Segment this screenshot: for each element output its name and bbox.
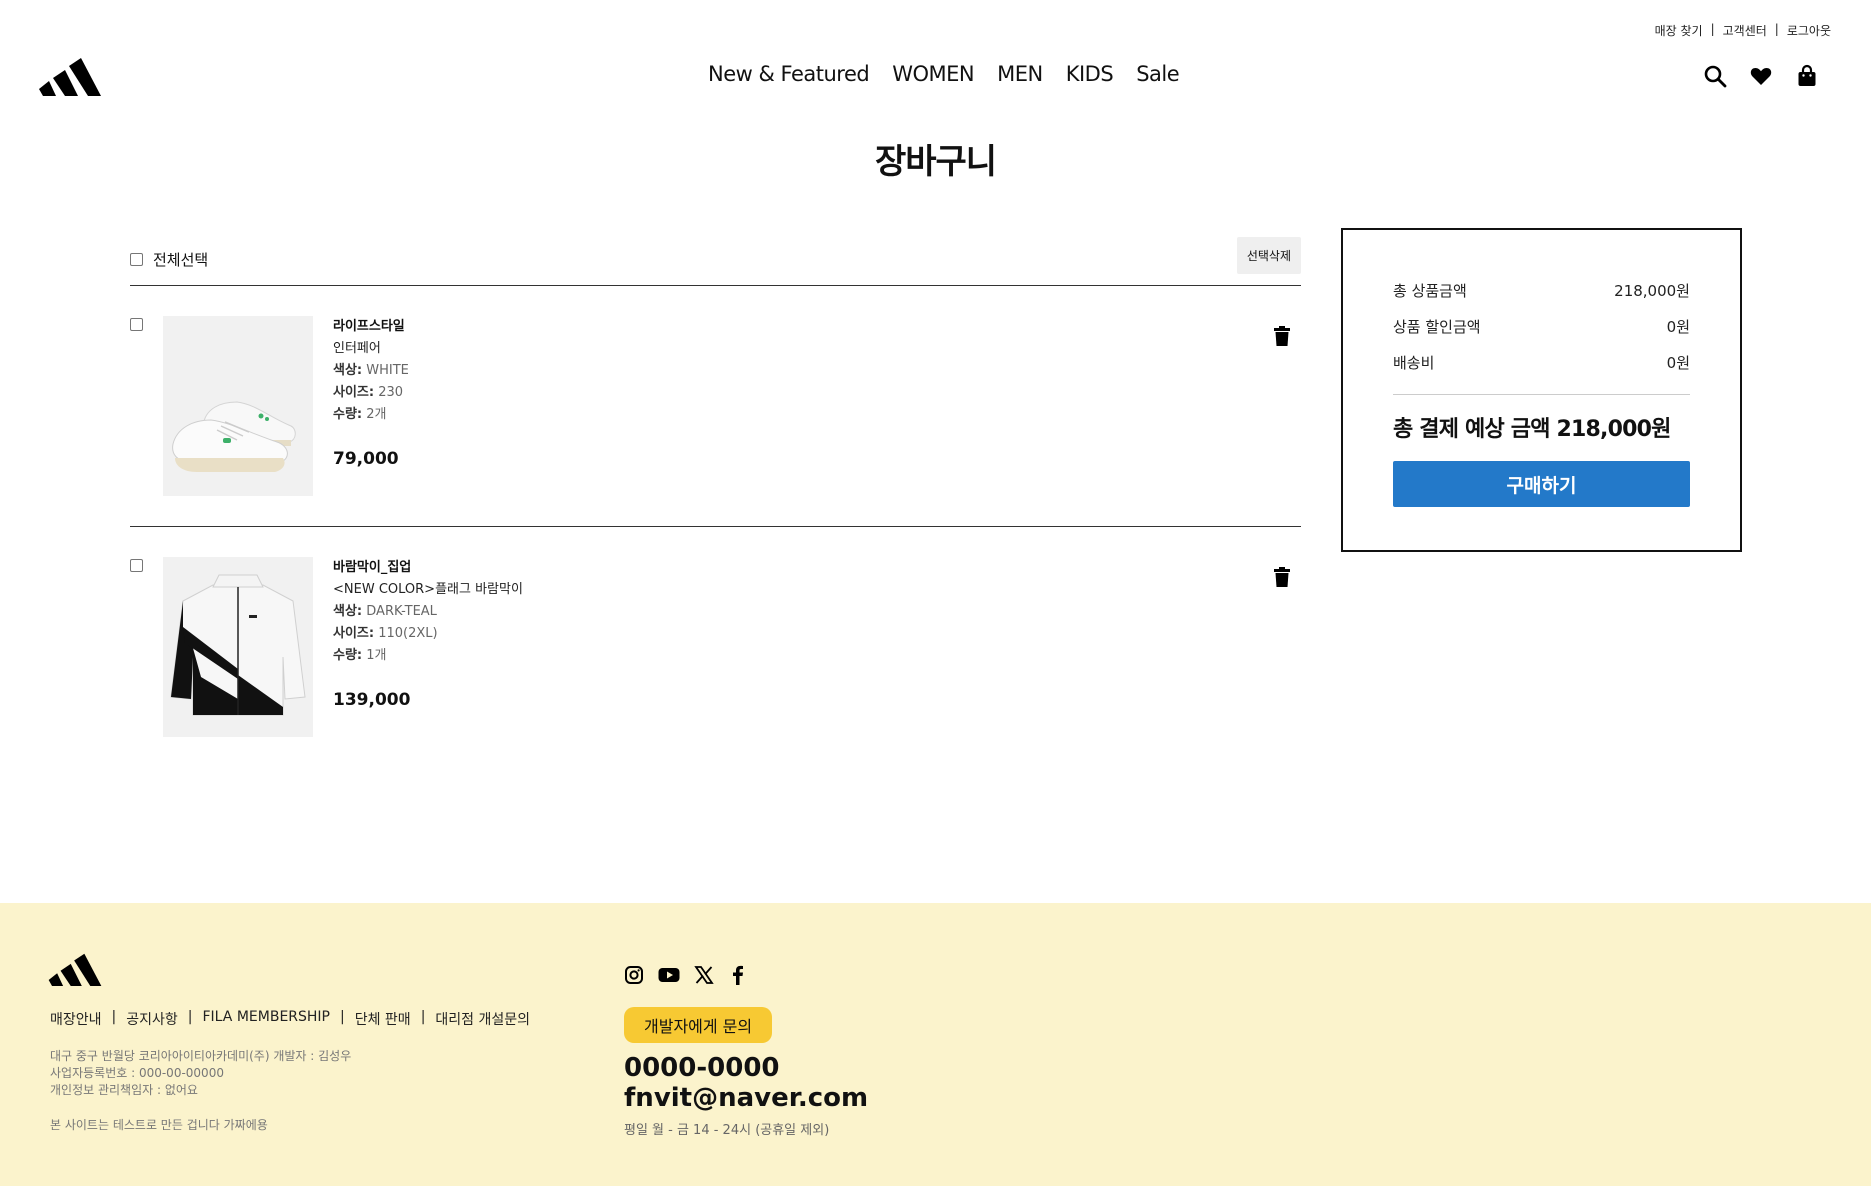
summary-value: 218,000원: [1614, 282, 1690, 300]
header-icons: [1703, 64, 1819, 88]
item-checkbox[interactable]: [130, 318, 143, 331]
color-label: 색상:: [333, 604, 363, 619]
cart-item: 라이프스타일 인터페어 색상: WHITE 사이즈: 230 수량: 2개 79…: [130, 286, 1301, 527]
footer-link-store[interactable]: 매장안내: [50, 1009, 102, 1029]
utility-bar: 매장 찾기 | 고객센터 | 로그아웃: [1655, 22, 1831, 39]
cart-item: 바람막이_집업 <NEW COLOR>플래그 바람막이 색상: DARK-TEA…: [130, 527, 1301, 768]
summary-label: 배송비: [1393, 354, 1435, 372]
business-hours: 평일 월 - 금 14 - 24시 (공휴일 제외): [624, 1123, 830, 1138]
footer-link-notice[interactable]: 공지사항: [126, 1009, 178, 1029]
shopping-bag-icon[interactable]: [1795, 64, 1819, 88]
separator: |: [111, 1009, 117, 1025]
select-all[interactable]: 전체선택: [130, 249, 208, 270]
info-line: 사업자등록번호 : 000-00-00000: [50, 1066, 224, 1080]
cart-header: 전체선택 선택삭제: [130, 234, 1301, 286]
customer-center-link[interactable]: 고객센터: [1723, 22, 1767, 39]
item-name[interactable]: 라이프스타일: [333, 316, 409, 338]
info-line: 개인정보 관리책임자 : 없어요: [50, 1083, 198, 1097]
size-value: 110(2XL): [378, 626, 438, 641]
trash-icon[interactable]: [1273, 567, 1291, 587]
summary-value: 0원: [1666, 354, 1690, 372]
footer-link-group-sales[interactable]: 단체 판매: [355, 1009, 411, 1029]
main-nav: New & Featured WOMEN MEN KIDS Sale: [708, 62, 1180, 86]
delete-selected-button[interactable]: 선택삭제: [1236, 237, 1301, 274]
separator: |: [187, 1009, 193, 1025]
qty-value: 1개: [366, 648, 387, 663]
qty-label: 수량:: [333, 407, 363, 422]
product-image-jacket[interactable]: [163, 557, 313, 737]
store-finder-link[interactable]: 매장 찾기: [1655, 22, 1703, 39]
brand-logo-icon[interactable]: [39, 56, 101, 96]
summary-row-subtotal: 총 상품금액 218,000원: [1393, 280, 1690, 316]
info-line: 대구 중구 반월당 코리아아이티아카데미(주) 개발자 : 김성우: [50, 1049, 352, 1063]
footer-link-membership[interactable]: FILA MEMBERSHIP: [203, 1009, 331, 1029]
social-links: [624, 965, 748, 985]
footer-logo-icon[interactable]: [48, 952, 102, 986]
color-label: 색상:: [333, 363, 363, 378]
separator: |: [1710, 22, 1715, 36]
size-label: 사이즈:: [333, 385, 375, 400]
x-icon[interactable]: [694, 965, 714, 985]
footer-note: 본 사이트는 테스트로 만든 겁니다 가짜에용: [50, 1118, 268, 1132]
summary-label: 총 상품금액: [1393, 282, 1467, 300]
footer-link-agency[interactable]: 대리점 개설문의: [435, 1009, 530, 1029]
nav-women[interactable]: WOMEN: [892, 62, 974, 86]
item-subtitle: <NEW COLOR>플래그 바람막이: [333, 582, 523, 597]
cart-list: 전체선택 선택삭제 라이프스타일 인터페어 색상: WHITE 사이즈: 230…: [130, 234, 1301, 768]
contact-developer-button[interactable]: 개발자에게 문의: [624, 1007, 773, 1043]
select-all-checkbox[interactable]: [130, 253, 143, 266]
qty-value: 2개: [366, 407, 387, 422]
separator: |: [420, 1009, 426, 1025]
summary-row-discount: 상품 할인금액 0원: [1393, 316, 1690, 352]
summary-row-shipping: 배송비 0원: [1393, 352, 1690, 388]
logout-link[interactable]: 로그아웃: [1787, 22, 1831, 39]
buy-button[interactable]: 구매하기: [1393, 461, 1690, 507]
facebook-icon[interactable]: [728, 965, 748, 985]
instagram-icon[interactable]: [624, 965, 644, 985]
item-info: 라이프스타일 인터페어 색상: WHITE 사이즈: 230 수량: 2개 79…: [333, 316, 409, 470]
nav-sale[interactable]: Sale: [1136, 62, 1179, 86]
item-subtitle: 인터페어: [333, 341, 381, 356]
heart-icon[interactable]: [1749, 64, 1773, 88]
footer-links: 매장안내 | 공지사항 | FILA MEMBERSHIP | 단체 판매 | …: [50, 1009, 530, 1029]
product-image-sneaker[interactable]: [163, 316, 313, 496]
item-checkbox[interactable]: [130, 559, 143, 572]
company-info: 대구 중구 반월당 코리아아이티아카데미(주) 개발자 : 김성우 사업자등록번…: [50, 1048, 351, 1099]
total-value: 218,000원: [1556, 417, 1672, 442]
nav-kids[interactable]: KIDS: [1066, 62, 1114, 86]
total-label: 총 결제 예상 금액: [1393, 417, 1550, 442]
summary-value: 0원: [1666, 318, 1690, 336]
nav-new-featured[interactable]: New & Featured: [708, 62, 870, 86]
summary-divider: [1393, 394, 1690, 395]
color-value: WHITE: [366, 363, 409, 378]
size-value: 230: [378, 385, 404, 400]
item-info: 바람막이_집업 <NEW COLOR>플래그 바람막이 색상: DARK-TEA…: [333, 557, 523, 711]
size-label: 사이즈:: [333, 626, 375, 641]
qty-label: 수량:: [333, 648, 363, 663]
footer: 매장안내 | 공지사항 | FILA MEMBERSHIP | 단체 판매 | …: [0, 903, 1871, 1186]
separator: |: [340, 1009, 345, 1025]
nav-men[interactable]: MEN: [997, 62, 1043, 86]
summary-total: 총 결제 예상 금액 218,000원: [1393, 411, 1690, 443]
trash-icon[interactable]: [1273, 326, 1291, 346]
item-price: 79,000: [333, 449, 399, 469]
separator: |: [1774, 22, 1779, 36]
item-name[interactable]: 바람막이_집업: [333, 557, 523, 579]
phone-number: 0000-0000: [624, 1053, 780, 1083]
item-price: 139,000: [333, 690, 411, 710]
order-summary: 총 상품금액 218,000원 상품 할인금액 0원 배송비 0원 총 결제 예…: [1341, 228, 1742, 552]
email-address[interactable]: fnvit@naver.com: [624, 1083, 868, 1113]
summary-label: 상품 할인금액: [1393, 318, 1481, 336]
select-all-label: 전체선택: [153, 251, 209, 269]
search-icon[interactable]: [1703, 64, 1727, 88]
page-title: 장바구니: [874, 142, 997, 182]
youtube-icon[interactable]: [658, 965, 680, 985]
color-value: DARK-TEAL: [366, 604, 437, 619]
